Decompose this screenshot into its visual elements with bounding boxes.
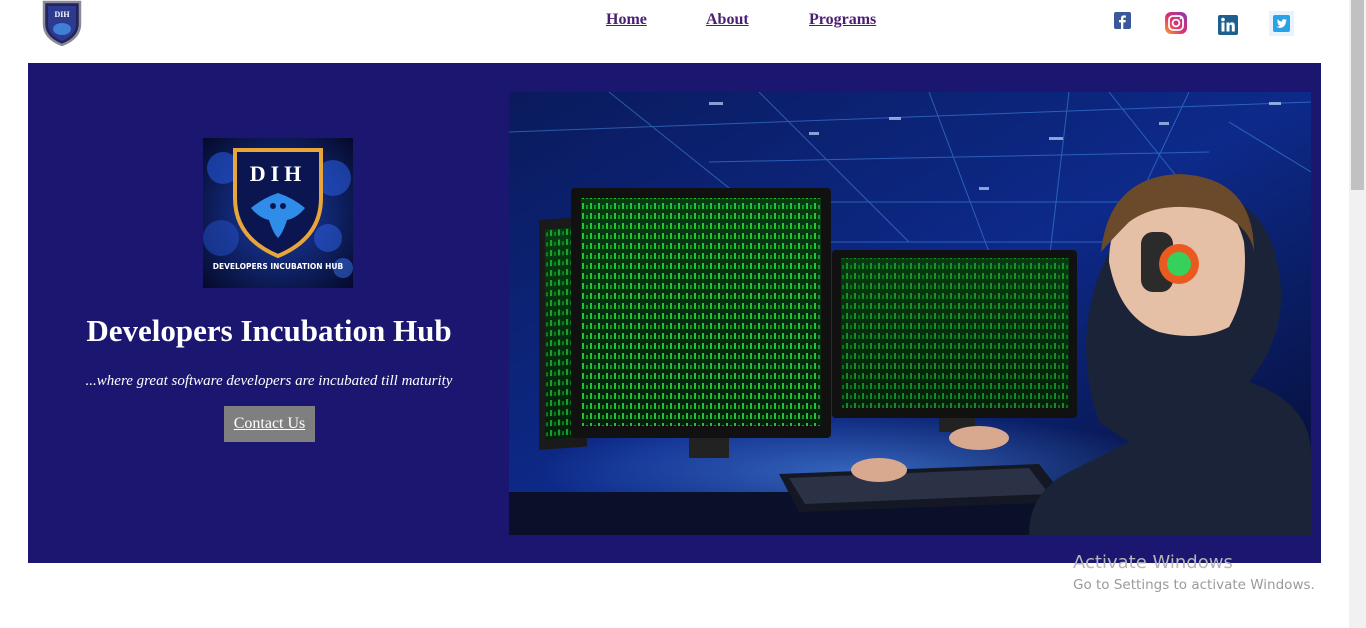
svg-text:DIH: DIH: [250, 161, 307, 186]
scrollbar-thumb[interactable]: [1351, 0, 1364, 190]
nav-programs-link[interactable]: Programs: [809, 11, 876, 29]
activate-windows-title: Activate Windows: [1073, 552, 1233, 573]
nav-about-link[interactable]: About: [706, 11, 749, 29]
svg-text:DIH: DIH: [54, 10, 70, 19]
facebook-icon[interactable]: [1114, 12, 1131, 29]
hero-title: Developers Incubation Hub: [86, 313, 452, 348]
hero-section: DIH DEVELOPERS INCUBATION HUB Developers…: [28, 63, 1321, 563]
instagram-icon[interactable]: [1165, 12, 1187, 34]
twitter-icon[interactable]: [1269, 11, 1294, 36]
activate-windows-subtitle: Go to Settings to activate Windows.: [1073, 577, 1315, 593]
svg-text:DEVELOPERS INCUBATION HUB: DEVELOPERS INCUBATION HUB: [213, 262, 344, 271]
hero-image: [509, 92, 1311, 535]
linkedin-icon[interactable]: [1218, 15, 1238, 35]
page-scrollbar[interactable]: [1349, 0, 1366, 628]
hero-logo: DIH DEVELOPERS INCUBATION HUB: [203, 138, 353, 288]
site-logo[interactable]: DIH: [41, 0, 83, 47]
hero-tagline: ...where great software developers are i…: [85, 373, 453, 389]
nav-home-link[interactable]: Home: [606, 11, 647, 29]
contact-us-button[interactable]: Contact Us: [224, 406, 315, 442]
